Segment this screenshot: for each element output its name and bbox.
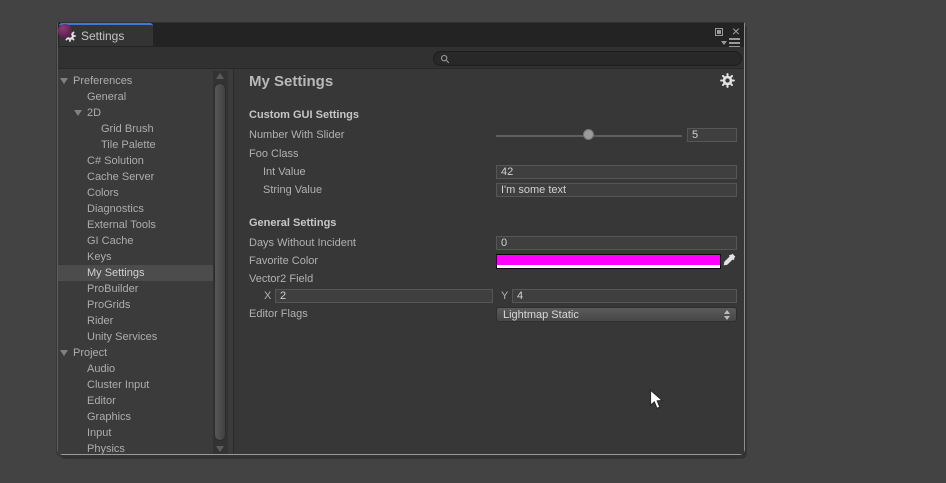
toolbar: [58, 47, 744, 69]
sidebar-item-unity-services[interactable]: Unity Services: [58, 329, 213, 345]
foldout-triangle-icon[interactable]: [60, 78, 68, 84]
sidebar-item-input[interactable]: Input: [58, 425, 213, 441]
scrollbar-thumb[interactable]: [214, 83, 226, 441]
label-vector2-field: Vector2 Field: [249, 272, 313, 286]
label-number-with-slider: Number With Slider: [249, 128, 344, 142]
sidebar-item-audio[interactable]: Audio: [58, 361, 213, 377]
maximize-icon[interactable]: [715, 28, 723, 36]
close-icon[interactable]: ×: [732, 23, 740, 39]
purple-dot-indicator: [58, 24, 72, 38]
sidebar-item-graphics[interactable]: Graphics: [58, 409, 213, 425]
sidebar-item-external-tools[interactable]: External Tools: [58, 217, 213, 233]
label-y: Y: [501, 289, 508, 303]
dropdown-arrows-icon: [724, 310, 730, 320]
sidebar-item-diagnostics[interactable]: Diagnostics: [58, 201, 213, 217]
section-header-custom-gui: Custom GUI Settings: [249, 109, 359, 121]
slider-knob[interactable]: [583, 129, 594, 140]
days-without-incident-field[interactable]: 0: [496, 236, 737, 250]
slider-value-field[interactable]: 5: [687, 128, 737, 142]
label-foo-class: Foo Class: [249, 147, 299, 161]
sidebar-item-c-solution[interactable]: C# Solution: [58, 153, 213, 169]
label-days-without-incident: Days Without Incident: [249, 236, 356, 250]
sidebar-item-project[interactable]: Project: [58, 345, 213, 361]
foldout-triangle-icon[interactable]: [74, 110, 82, 116]
page-title: My Settings: [249, 73, 333, 90]
int-value-field[interactable]: 42: [496, 165, 737, 179]
scroll-down-arrow-icon[interactable]: [216, 446, 224, 452]
sidebar-item-preferences[interactable]: Preferences: [58, 73, 213, 89]
sidebar-scrollbar[interactable]: [213, 71, 228, 454]
label-string-value: String Value: [263, 183, 322, 197]
tab-strip: Settings ×: [58, 23, 744, 47]
sidebar-item-colors[interactable]: Colors: [58, 185, 213, 201]
sidebar-item-keys[interactable]: Keys: [58, 249, 213, 265]
label-x: X: [264, 289, 271, 303]
settings-window: Settings ×: [57, 22, 745, 455]
search-field[interactable]: [433, 51, 742, 66]
sidebar-item-physics[interactable]: Physics: [58, 441, 213, 454]
magnifier-icon: [440, 54, 450, 64]
sidebar-item-grid-brush[interactable]: Grid Brush: [58, 121, 213, 137]
sidebar-item-gi-cache[interactable]: GI Cache: [58, 233, 213, 249]
favorite-color-swatch[interactable]: [496, 254, 721, 269]
sidebar-item-2d[interactable]: 2D: [58, 105, 213, 121]
sidebar-item-rider[interactable]: Rider: [58, 313, 213, 329]
label-int-value: Int Value: [263, 165, 306, 179]
search-input[interactable]: [453, 53, 735, 65]
alpha-bar: [497, 265, 720, 268]
eyedropper-icon[interactable]: [723, 253, 736, 267]
sidebar-item-probuilder[interactable]: ProBuilder: [58, 281, 213, 297]
sidebar-item-cache-server[interactable]: Cache Server: [58, 169, 213, 185]
foldout-triangle-icon[interactable]: [60, 350, 68, 356]
sidebar-item-progrids[interactable]: ProGrids: [58, 297, 213, 313]
settings-panel: My Settings: [235, 69, 744, 454]
label-editor-flags: Editor Flags: [249, 307, 308, 321]
gear-icon[interactable]: [720, 73, 736, 89]
sidebar-item-general[interactable]: General: [58, 89, 213, 105]
mouse-cursor: [649, 389, 664, 416]
sidebar-item-tile-palette[interactable]: Tile Palette: [58, 137, 213, 153]
vector2-y-field[interactable]: 4: [512, 289, 737, 303]
sidebar-item-editor[interactable]: Editor: [58, 393, 213, 409]
section-header-general: General Settings: [249, 217, 336, 229]
screenshot-stage: Settings ×: [0, 0, 946, 483]
preferences-sidebar: Preferences General 2D Grid Brush Tile P…: [58, 69, 234, 454]
sidebar-item-cluster-input[interactable]: Cluster Input: [58, 377, 213, 393]
label-favorite-color: Favorite Color: [249, 254, 318, 268]
tab-settings[interactable]: Settings: [59, 23, 153, 46]
dropdown-selected-value: Lightmap Static: [503, 309, 724, 321]
vector2-x-field[interactable]: 2: [275, 289, 493, 303]
menu-dropdown-triangle-icon: [721, 41, 727, 45]
string-value-field[interactable]: I'm some text: [496, 183, 737, 197]
scroll-up-arrow-icon[interactable]: [216, 73, 224, 79]
editor-flags-dropdown[interactable]: Lightmap Static: [496, 307, 737, 322]
sidebar-item-my-settings[interactable]: My Settings: [58, 265, 213, 281]
tab-title: Settings: [81, 29, 124, 43]
